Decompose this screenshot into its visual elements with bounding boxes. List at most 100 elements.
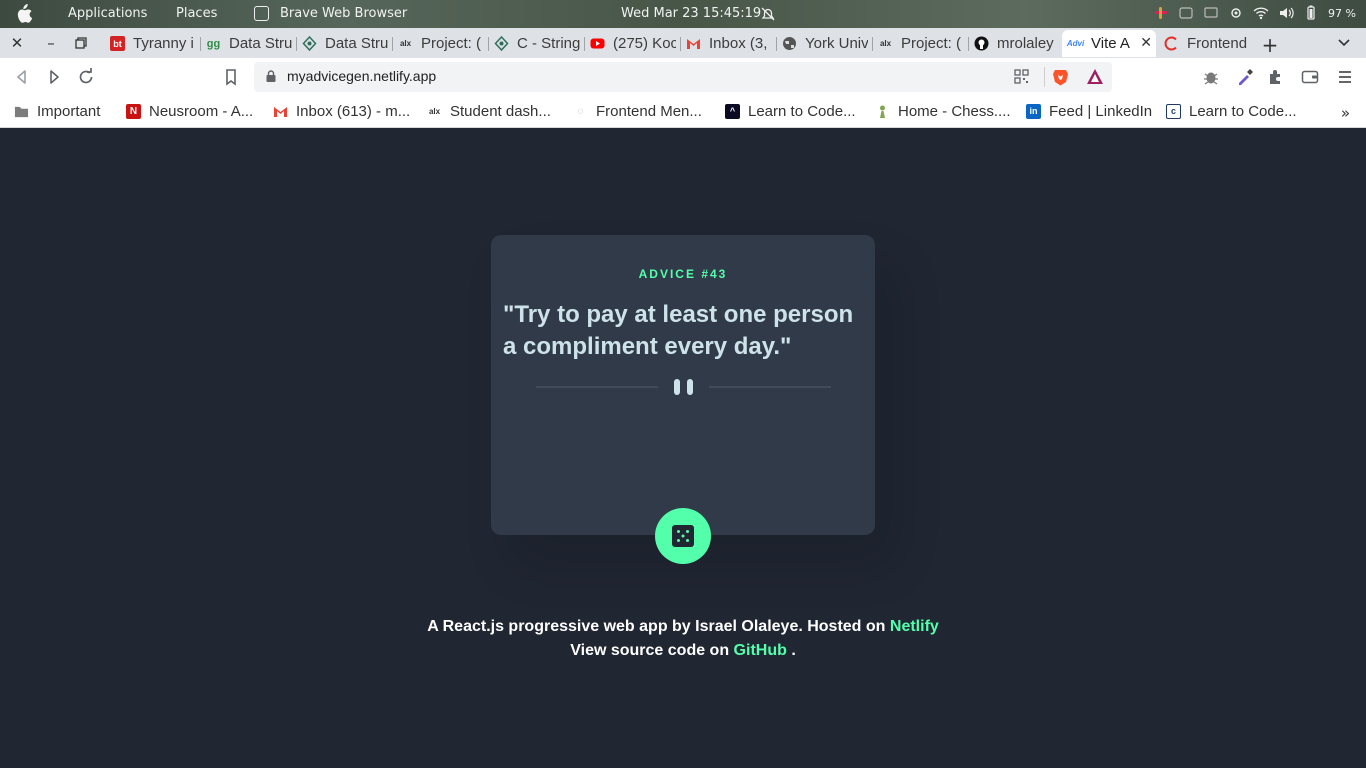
source-code-text: View source code on	[570, 642, 734, 659]
netlify-link[interactable]: Netlify	[890, 618, 939, 635]
tab-label: Inbox (3,	[709, 35, 768, 52]
bug-extension-icon[interactable]	[1202, 68, 1220, 86]
gmail-icon	[687, 39, 700, 49]
github-link[interactable]: GitHub	[734, 642, 787, 659]
neusroom-icon: N	[126, 103, 141, 119]
address-bar[interactable]: myadvicegen.netlify.app	[254, 62, 1112, 92]
back-icon[interactable]	[13, 68, 31, 86]
color-picker-icon[interactable]	[1236, 68, 1254, 86]
bookmark-label: Home - Chess....	[898, 102, 1011, 120]
restore-window-icon[interactable]	[75, 37, 87, 49]
bookmark-gmail[interactable]: Inbox (613) - m...	[273, 101, 410, 121]
tab-youtube[interactable]: (275) Koc	[584, 30, 676, 57]
tab-york[interactable]: York Univ	[776, 30, 868, 57]
brave-rewards-icon[interactable]	[1086, 68, 1104, 85]
new-tab-icon[interactable]: +	[1260, 33, 1280, 57]
night-light-icon[interactable]	[1228, 5, 1244, 21]
os-top-bar: Applications Places Brave Web Browser We…	[0, 0, 1366, 28]
close-window-icon[interactable]: ✕	[7, 33, 27, 53]
volume-icon[interactable]	[1278, 5, 1294, 21]
tab-data-structures-2[interactable]: Data Stru	[296, 30, 388, 57]
battery-icon[interactable]	[1303, 5, 1319, 21]
tab-vite-active[interactable]: Advi Vite A ✕	[1062, 30, 1156, 57]
battery-percent[interactable]: 97 %	[1328, 7, 1356, 20]
tab-label: Tyranny i	[133, 35, 194, 52]
url-text[interactable]: myadvicegen.netlify.app	[287, 68, 436, 84]
places-menu[interactable]: Places	[176, 6, 217, 21]
advice-card: ADVICE #43 "Try to pay at least one pers…	[491, 235, 875, 564]
bookmark-linkedin[interactable]: in Feed | LinkedIn	[1026, 101, 1152, 121]
tab-label: (275) Koc	[613, 35, 676, 52]
gmail-icon	[274, 106, 287, 117]
notifications-off-icon[interactable]	[760, 6, 776, 22]
tab-frontend[interactable]: Frontend	[1158, 30, 1250, 57]
globe-icon	[783, 37, 796, 50]
youtube-icon	[590, 38, 605, 49]
bookmark-icon[interactable]	[222, 68, 240, 86]
source-code-suffix: .	[786, 642, 796, 659]
bookmark-label: Feed | LinkedIn	[1049, 102, 1153, 120]
applications-menu[interactable]: Applications	[68, 6, 147, 21]
extensions-puzzle-icon[interactable]	[1267, 68, 1285, 86]
tray-icon[interactable]	[1178, 5, 1194, 21]
bookmark-label: Learn to Code...	[748, 102, 856, 120]
bookmark-label: Student dash...	[450, 102, 551, 120]
close-tab-icon[interactable]: ✕	[1140, 34, 1152, 51]
bookmark-label: Inbox (613) - m...	[296, 102, 411, 120]
dice-icon	[672, 525, 694, 547]
generate-advice-button[interactable]	[655, 508, 711, 564]
alx-icon: alx	[879, 39, 892, 48]
tab-label: Project: (	[901, 35, 962, 52]
tab-project-1[interactable]: alx Project: (	[392, 30, 484, 57]
qr-code-icon[interactable]	[1014, 69, 1029, 84]
lock-icon[interactable]	[266, 70, 276, 82]
frontend-mentor-icon: ◌	[577, 105, 584, 117]
bookmark-label: Frontend Men...	[596, 102, 702, 120]
reload-icon[interactable]	[77, 68, 95, 86]
bookmark-important[interactable]: Important	[14, 101, 100, 121]
alx-icon: alx	[428, 106, 441, 116]
tab-label: Frontend	[1187, 35, 1248, 52]
bookmark-label: Neusroom - A...	[149, 102, 254, 120]
more-bookmarks-chevron[interactable]: »	[1341, 104, 1350, 122]
advice-app-icon: Advi	[1066, 39, 1085, 48]
forward-icon[interactable]	[45, 68, 63, 86]
codecademy-icon: c	[1166, 103, 1181, 119]
tab-gmail[interactable]: Inbox (3,	[680, 30, 772, 57]
wifi-icon[interactable]	[1253, 5, 1269, 21]
linkedin-icon: in	[1026, 103, 1041, 119]
bookmark-student-dashboard[interactable]: alx Student dash...	[427, 101, 551, 121]
tab-project-2[interactable]: alx Project: (	[872, 30, 964, 57]
wallet-icon[interactable]	[1301, 68, 1319, 86]
bookmark-chess[interactable]: Home - Chess....	[875, 101, 1011, 121]
tab-tyranny[interactable]: bt Tyranny i	[104, 30, 196, 57]
freecodecamp-icon: ^	[725, 103, 740, 119]
brave-app-icon	[254, 6, 269, 21]
tab-favicon-icon	[494, 36, 509, 51]
tab-data-structures-1[interactable]: gg Data Stru	[200, 30, 292, 57]
folder-icon	[14, 106, 29, 117]
geeksforgeeks-icon: gg	[206, 37, 221, 50]
screen-icon[interactable]	[1203, 5, 1219, 21]
brave-shields-icon[interactable]	[1052, 68, 1069, 86]
tab-strip: ✕ – bt Tyranny i gg Data Stru Data Stru …	[0, 28, 1366, 58]
bookmark-neusroom[interactable]: N Neusroom - A...	[126, 101, 253, 121]
browser-toolbar: myadvicegen.netlify.app	[0, 58, 1366, 96]
slack-icon[interactable]	[1153, 5, 1169, 21]
menu-hamburger-icon[interactable]	[1336, 68, 1354, 86]
clock[interactable]: Wed Mar 23 15:45:19	[621, 6, 761, 21]
bookmark-learn-to-code-1[interactable]: ^ Learn to Code...	[725, 101, 856, 121]
tab-label: Project: (	[421, 35, 482, 52]
tab-list-chevron-icon[interactable]	[1336, 34, 1352, 50]
tab-label: Data Stru	[325, 35, 388, 52]
minimize-window-icon[interactable]: –	[41, 33, 61, 53]
bookmark-learn-to-code-2[interactable]: c Learn to Code...	[1166, 101, 1297, 121]
bookmark-frontend-mentor[interactable]: ◌ Frontend Men...	[573, 101, 702, 121]
tab-label: Data Stru	[229, 35, 292, 52]
tab-c-string[interactable]: C - String	[488, 30, 580, 57]
apple-icon[interactable]	[14, 4, 32, 24]
github-icon	[974, 36, 989, 51]
codewars-icon	[1164, 36, 1177, 51]
active-app-label[interactable]: Brave Web Browser	[280, 6, 407, 21]
tab-github[interactable]: mrolaley	[968, 30, 1060, 57]
